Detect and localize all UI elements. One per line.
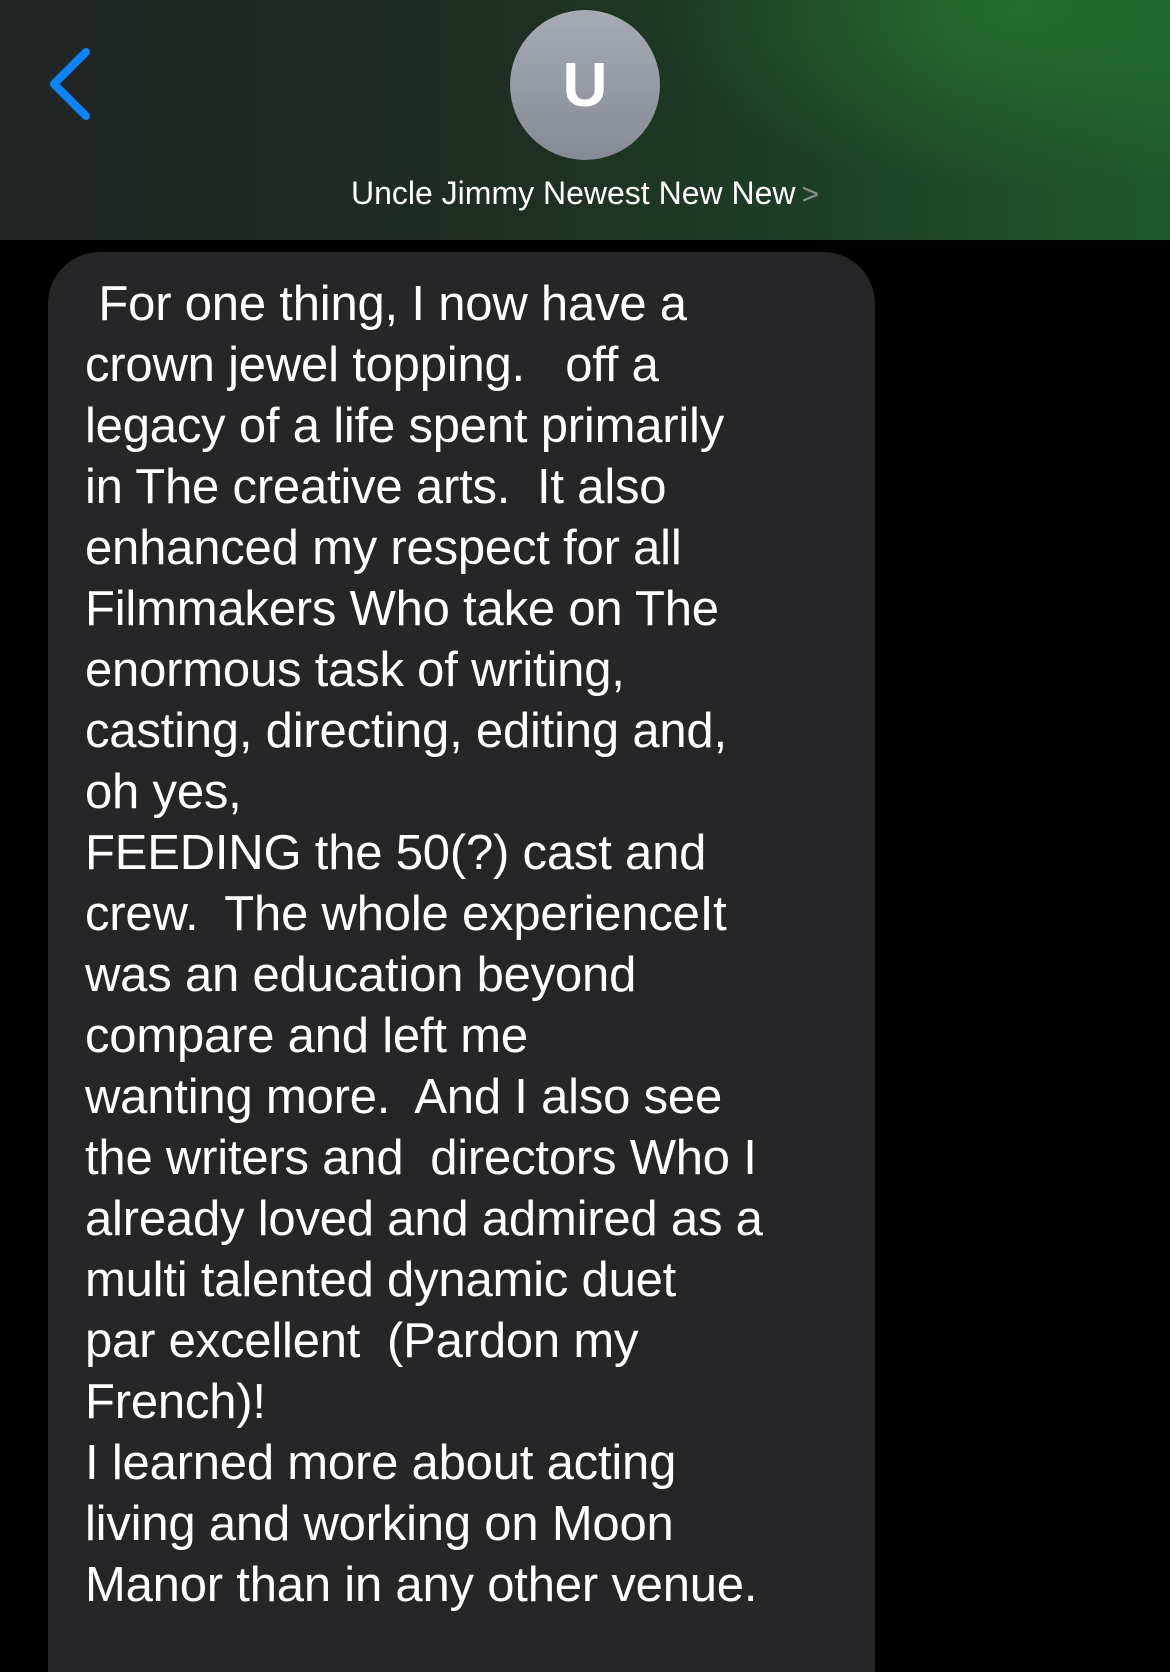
back-button[interactable] bbox=[40, 44, 100, 124]
message-text: For one thing, I now have a crown jewel … bbox=[85, 277, 763, 1612]
chevron-right-icon: > bbox=[801, 178, 820, 211]
contact-avatar[interactable]: U bbox=[510, 10, 660, 160]
conversation-header: U Uncle Jimmy Newest New New > bbox=[0, 0, 1170, 240]
chevron-left-icon bbox=[50, 48, 90, 120]
contact-name: Uncle Jimmy Newest New New bbox=[350, 175, 796, 211]
avatar-initial: U bbox=[562, 50, 608, 120]
message-bubble[interactable]: For one thing, I now have a crown jewel … bbox=[48, 252, 875, 1672]
contact-name-button[interactable]: Uncle Jimmy Newest New New > bbox=[0, 168, 1170, 220]
